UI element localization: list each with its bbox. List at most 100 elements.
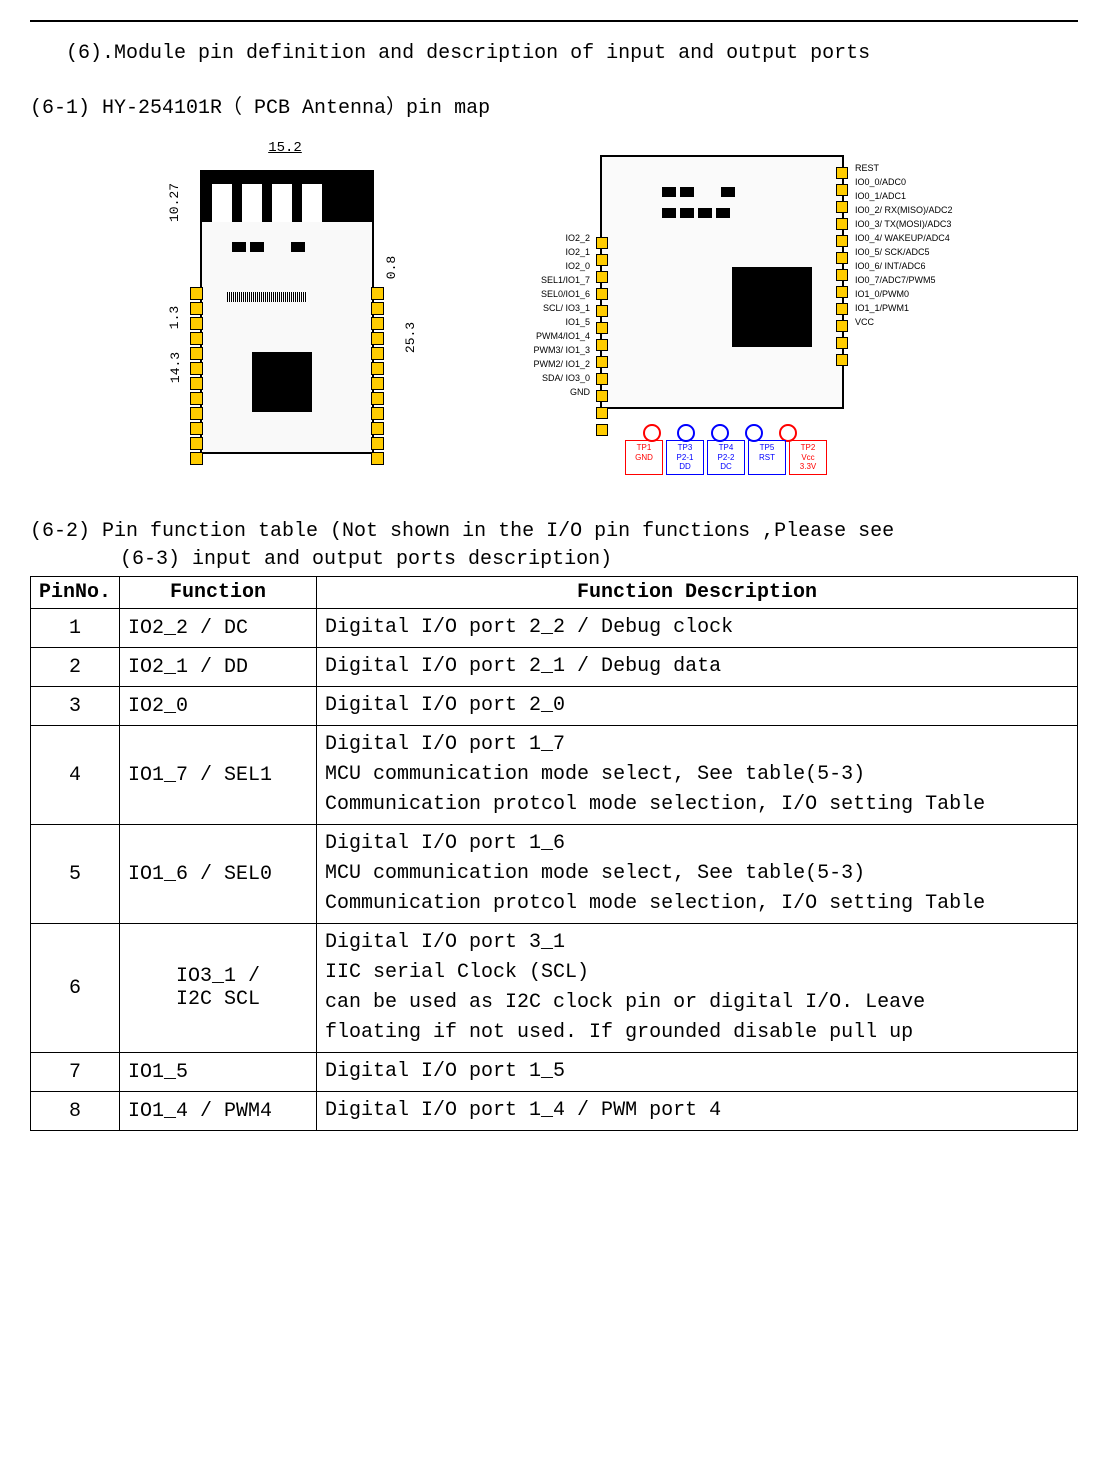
pin-dot [836, 235, 848, 247]
header-description: Function Description [317, 577, 1078, 609]
test-point-box: TP4P2-2DC [707, 440, 745, 475]
cell-description: Digital I/O port 2_1 / Debug data [317, 648, 1078, 687]
header-function: Function [120, 577, 317, 609]
test-point-box: TP5RST [748, 440, 786, 475]
dim-25-3: 25.3 [403, 322, 418, 353]
pin-label: IO1_5 [440, 317, 590, 327]
pin-dot [190, 332, 203, 345]
pin-label: IO0_7/ADC7/PWM5 [855, 275, 1005, 285]
pin-dot [190, 437, 203, 450]
pin-label: GND [440, 387, 590, 397]
pin-dot [190, 392, 203, 405]
pin-dot [836, 320, 848, 332]
pin-label: IO0_1/ADC1 [855, 191, 1005, 201]
pins-right-r [836, 167, 848, 369]
pin-label: VCC [855, 317, 1005, 327]
pin-function-table: PinNo. Function Function Description 1IO… [30, 576, 1078, 1131]
pin-label: SDA/ IO3_0 [440, 373, 590, 383]
pin-dot [596, 407, 608, 419]
table-row: 1IO2_2 / DCDigital I/O port 2_2 / Debug … [31, 609, 1078, 648]
pin-dot [836, 218, 848, 230]
pin-dot [596, 424, 608, 436]
pin-label: IO0_2/ RX(MISO)/ADC2 [855, 205, 1005, 215]
dim-1-3: 1.3 [167, 306, 182, 329]
pcb-components [232, 242, 332, 282]
cell-description: Digital I/O port 2_2 / Debug clock [317, 609, 1078, 648]
pins-left-r [596, 237, 608, 439]
pin-label: IO0_3/ TX(MOSI)/ADC3 [855, 219, 1005, 229]
pcb-pinout-diagram: IO2_2IO2_1IO2_0SEL1/IO1_7SEL0/IO1_6SCL/ … [440, 140, 1000, 490]
cell-pinno: 2 [31, 648, 120, 687]
section-title: (6).Module pin definition and descriptio… [30, 42, 1078, 65]
pin-dot [836, 201, 848, 213]
table-row: 8IO1_4 / PWM4Digital I/O port 1_4 / PWM … [31, 1092, 1078, 1131]
pin-dot [596, 356, 608, 368]
dim-width: 15.2 [200, 140, 370, 156]
cell-description: Digital I/O port 1_4 / PWM port 4 [317, 1092, 1078, 1131]
pin-dot [371, 437, 384, 450]
pin-label: PWM2/ IO1_2 [440, 359, 590, 369]
pin-label: SEL0/IO1_6 [440, 289, 590, 299]
cell-function: IO2_1 / DD [120, 648, 317, 687]
pin-dot [371, 317, 384, 330]
cell-pinno: 1 [31, 609, 120, 648]
pin-dot [190, 362, 203, 375]
cell-function: IO1_4 / PWM4 [120, 1092, 317, 1131]
pin-dot [836, 354, 848, 366]
pin-label: IO0_4/ WAKEUP/ADC4 [855, 233, 1005, 243]
cell-pinno: 5 [31, 825, 120, 924]
pin-dot [190, 317, 203, 330]
pin-label: IO2_0 [440, 261, 590, 271]
pin-dot [596, 305, 608, 317]
pin-dot [190, 452, 203, 465]
cell-function: IO2_2 / DC [120, 609, 317, 648]
cell-description: Digital I/O port 1_7MCU communication mo… [317, 726, 1078, 825]
pin-dot [371, 347, 384, 360]
chip-icon-r [732, 267, 812, 347]
pin-dot [596, 322, 608, 334]
pin-dot [596, 288, 608, 300]
subsection-6-2-note: (6-3) input and output ports description… [120, 548, 1078, 571]
pin-dot [190, 377, 203, 390]
pin-dot [371, 407, 384, 420]
cell-function: IO1_7 / SEL1 [120, 726, 317, 825]
pin-dot [596, 254, 608, 266]
pins-right [371, 287, 384, 465]
table-row: 5IO1_6 / SEL0Digital I/O port 1_6MCU com… [31, 825, 1078, 924]
table-row: 4IO1_7 / SEL1Digital I/O port 1_7MCU com… [31, 726, 1078, 825]
cell-pinno: 8 [31, 1092, 120, 1131]
pin-label: IO2_1 [440, 247, 590, 257]
pin-dot [190, 422, 203, 435]
pin-dot [836, 303, 848, 315]
cell-pinno: 6 [31, 924, 120, 1053]
barcode [227, 292, 307, 302]
pin-label: REST [855, 163, 1005, 173]
pin-dot [371, 422, 384, 435]
top-rule [30, 20, 1078, 22]
pin-label: IO0_0/ADC0 [855, 177, 1005, 187]
test-point-box: TP1GND [625, 440, 663, 475]
pin-label: IO1_0/PWM0 [855, 289, 1005, 299]
pin-label: SCL/ IO3_1 [440, 303, 590, 313]
pin-label: IO1_1/PWM1 [855, 303, 1005, 313]
pcb-dimension-diagram: 15.2 10.27 1.3 14.3 0.8 25.3 [100, 140, 410, 490]
pin-label: IO0_5/ SCK/ADC5 [855, 247, 1005, 257]
pin-dot [596, 373, 608, 385]
pin-dot [371, 302, 384, 315]
cell-pinno: 4 [31, 726, 120, 825]
test-point-box: TP3P2-1DD [666, 440, 704, 475]
pin-dot [596, 271, 608, 283]
pin-dot [836, 269, 848, 281]
test-point-labels: TP1GNDTP3P2-1DDTP4P2-2DCTP5RSTTP2Vcc3.3V [625, 440, 827, 475]
test-point-box: TP2Vcc3.3V [789, 440, 827, 475]
cell-function: IO1_6 / SEL0 [120, 825, 317, 924]
diagrams-container: 15.2 10.27 1.3 14.3 0.8 25.3 [30, 140, 1078, 490]
table-row: 2IO2_1 / DDDigital I/O port 2_1 / Debug … [31, 648, 1078, 687]
pin-label: IO0_6/ INT/ADC6 [855, 261, 1005, 271]
cell-pinno: 7 [31, 1053, 120, 1092]
pins-left [190, 287, 203, 465]
pin-dot [836, 167, 848, 179]
pin-dot [190, 287, 203, 300]
pin-dot [836, 337, 848, 349]
pin-label: IO2_2 [440, 233, 590, 243]
